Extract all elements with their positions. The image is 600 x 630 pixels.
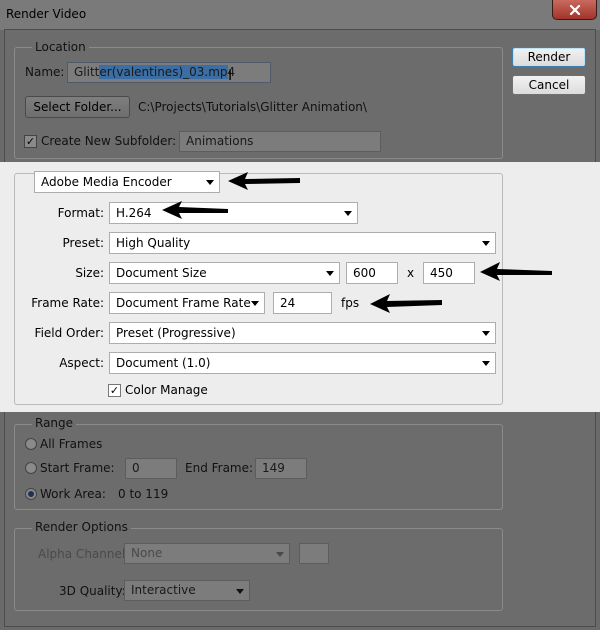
all-frames-label: All Frames [40,437,103,451]
framerate-select[interactable]: Document Frame Rate [109,292,265,314]
size-separator: x [407,266,415,280]
fps-unit: fps [341,296,360,310]
name-text-selected: er(valentines)_03.mp [99,65,228,79]
encoder-select[interactable]: Adobe Media Encoder [34,171,220,193]
chevron-down-icon [251,301,259,306]
name-label: Name: [25,65,65,79]
end-frame-label: End Frame: [185,461,254,475]
height-input[interactable]: 450 [423,262,475,284]
chevron-down-icon [236,589,244,594]
color-manage-checkbox[interactable]: ✓ [108,384,121,397]
name-text-prefix: Glitt [74,65,100,79]
width-input[interactable]: 600 [346,262,398,284]
range-legend: Range [32,416,77,430]
title-bar: Render Video [0,0,600,30]
preset-value: High Quality [116,236,191,250]
framerate-value: Document Frame Rate [116,296,251,310]
start-frame-radio[interactable] [25,462,37,474]
folder-path: C:\Projects\Tutorials\Glitter Animation\ [138,100,367,114]
framerate-label: Frame Rate: [31,296,104,310]
work-area-value: 0 to 119 [118,487,169,501]
chevron-down-icon [482,331,490,336]
chevron-down-icon [276,552,284,557]
name-input[interactable]: Glitter(valentines)_03.mp4 [67,62,271,83]
arrow-encoder-icon [228,172,300,190]
close-button[interactable] [552,0,597,20]
select-folder-button[interactable]: Select Folder... [25,96,130,118]
format-select[interactable]: H.264 [109,202,358,224]
checkmark-icon: ✓ [109,384,120,397]
cancel-button[interactable]: Cancel [512,75,586,95]
preset-select[interactable]: High Quality [109,232,496,254]
format-value: H.264 [116,206,152,220]
subfolder-input[interactable]: Animations [179,131,381,152]
alpha-channel-label: Alpha Channel: [38,547,130,561]
chevron-down-icon [482,241,490,246]
all-frames-radio[interactable] [25,438,37,450]
work-area-label: Work Area: [40,487,106,501]
quality-value: Interactive [131,583,196,597]
quality-label: 3D Quality: [59,584,126,598]
fps-input[interactable]: 24 [273,292,332,314]
arrow-size-icon [480,262,552,281]
color-manage-label: Color Manage [125,383,208,397]
subfolder-label: Create New Subfolder: [41,134,177,148]
aspect-value: Document (1.0) [116,356,211,370]
render-options-legend: Render Options [32,520,131,534]
chevron-down-icon [326,271,334,276]
fieldorder-select[interactable]: Preset (Progressive) [109,322,496,344]
text-cursor-icon: I [228,68,233,84]
alpha-channel-select[interactable]: None [124,543,290,564]
start-frame-input[interactable]: 0 [125,458,177,479]
checkmark-icon: ✓ [25,135,36,148]
size-label: Size: [75,266,104,280]
window-title: Render Video [6,7,87,21]
fieldorder-label: Field Order: [34,326,104,340]
chevron-down-icon [206,180,214,185]
start-frame-label: Start Frame: [40,461,115,475]
arrow-framerate-icon [370,294,442,313]
render-button[interactable]: Render [512,47,586,67]
render-options-group [14,528,503,611]
size-select[interactable]: Document Size [109,262,340,284]
alpha-color-swatch[interactable] [299,543,329,564]
size-value: Document Size [116,266,207,280]
alpha-channel-value: None [131,546,163,560]
fieldorder-value: Preset (Progressive) [116,326,236,340]
location-legend: Location [32,40,89,54]
encoder-value: Adobe Media Encoder [41,175,172,189]
arrow-format-icon [162,201,228,219]
chevron-down-icon [482,361,490,366]
format-label: Format: [57,206,104,220]
close-icon [569,4,580,15]
preset-label: Preset: [62,236,104,250]
aspect-label: Aspect: [59,356,104,370]
quality-select[interactable]: Interactive [124,580,250,601]
end-frame-input[interactable]: 149 [255,458,307,479]
chevron-down-icon [344,211,352,216]
subfolder-checkbox[interactable]: ✓ [24,135,37,148]
aspect-select[interactable]: Document (1.0) [109,352,496,374]
work-area-radio[interactable] [25,488,37,500]
